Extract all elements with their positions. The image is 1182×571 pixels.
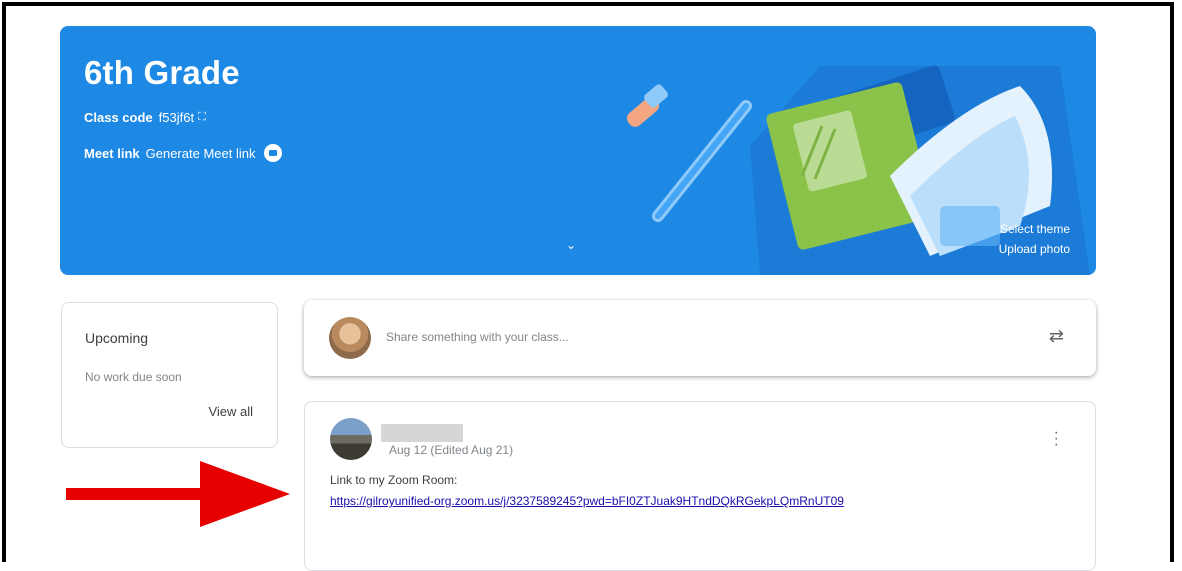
- meet-link-label: Meet link: [84, 145, 140, 161]
- reuse-post-icon[interactable]: ⇄: [1049, 326, 1064, 347]
- author-avatar: [330, 418, 372, 460]
- upcoming-card: Upcoming No work due soon View all: [61, 302, 278, 448]
- share-input[interactable]: Share something with your class...: [386, 330, 569, 344]
- post-date: Aug 12 (Edited Aug 21): [389, 443, 514, 457]
- zoom-link[interactable]: https://gilroyunified-org.zoom.us/j/3237…: [330, 494, 844, 508]
- stream-post: Aug 12 (Edited Aug 21) · · · Link to my Zo…: [304, 401, 1096, 571]
- upcoming-subtitle: No work due soon: [85, 370, 182, 384]
- upcoming-title: Upcoming: [85, 330, 149, 346]
- class-code-row: Class code f53jf6t ⛶: [84, 110, 206, 125]
- user-avatar: [329, 317, 371, 359]
- class-title: 6th Grade: [84, 54, 240, 91]
- post-body: Link to my Zoom Room:: [330, 473, 458, 487]
- fullscreen-icon[interactable]: ⛶: [198, 111, 206, 124]
- meet-icon[interactable]: [264, 144, 283, 162]
- class-code-value: f53jf6t: [158, 110, 195, 125]
- chevron-down-icon[interactable]: ⌄: [566, 238, 576, 252]
- meet-link-row: Meet link Generate Meet link: [84, 144, 283, 162]
- class-banner: 6th Grade Class code f53jf6t ⛶ Meet link…: [60, 26, 1096, 275]
- share-box[interactable]: Share something with your class... ⇄: [304, 300, 1096, 376]
- class-code-label: Class code: [84, 110, 153, 125]
- generate-meet-link[interactable]: Generate Meet link: [146, 146, 256, 161]
- author-name-redacted: [381, 424, 463, 442]
- view-all-link[interactable]: View all: [208, 404, 253, 419]
- select-theme-button[interactable]: Select theme: [1000, 222, 1070, 236]
- upload-photo-button[interactable]: Upload photo: [999, 242, 1070, 256]
- red-arrow-annotation: [66, 461, 290, 527]
- more-options-icon[interactable]: · · ·: [1054, 425, 1059, 453]
